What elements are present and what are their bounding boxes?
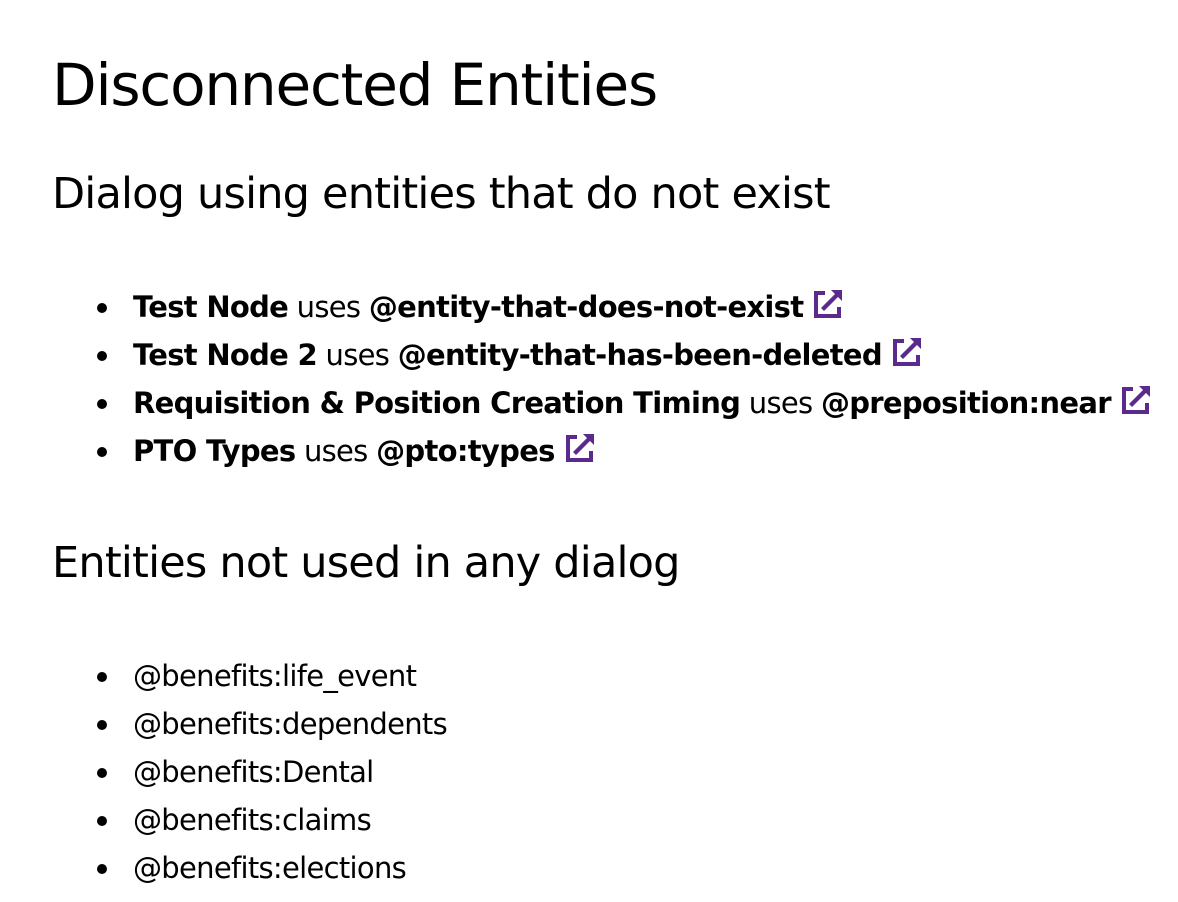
list-item: PTO Types uses @pto:types bbox=[0, 427, 1154, 475]
unused-entities-list: @benefits:life_event @benefits:dependent… bbox=[0, 652, 448, 892]
list-item: Test Node uses @entity-that-does-not-exi… bbox=[0, 283, 1154, 331]
bullet-icon bbox=[97, 720, 107, 730]
bullet-icon bbox=[97, 864, 107, 874]
list-item: Test Node 2 uses @entity-that-has-been-d… bbox=[0, 331, 1154, 379]
entity-ref: @entity-that-does-not-exist bbox=[368, 290, 804, 324]
bullet-icon bbox=[97, 399, 107, 409]
bullet-icon bbox=[97, 447, 107, 457]
list-item: Requisition & Position Creation Timing u… bbox=[0, 379, 1154, 427]
page-title: Disconnected Entities bbox=[52, 51, 658, 119]
bullet-icon bbox=[97, 351, 107, 361]
node-name: Requisition & Position Creation Timing bbox=[133, 386, 741, 420]
connector-text: uses bbox=[296, 290, 361, 324]
external-link-icon[interactable] bbox=[562, 430, 598, 466]
section-heading-unused-entities: Entities not used in any dialog bbox=[52, 538, 680, 588]
bullet-icon bbox=[97, 672, 107, 682]
entity-ref: @preposition:near bbox=[820, 386, 1112, 420]
section-heading-missing-entities: Dialog using entities that do not exist bbox=[52, 169, 831, 219]
bullet-icon bbox=[97, 816, 107, 826]
entity-name: @benefits:life_event bbox=[133, 659, 417, 693]
node-name: PTO Types bbox=[133, 434, 296, 468]
list-item: @benefits:dependents bbox=[0, 700, 448, 748]
connector-text: uses bbox=[303, 434, 368, 468]
list-item: @benefits:elections bbox=[0, 844, 447, 892]
entity-ref: @pto:types bbox=[376, 434, 555, 468]
external-link-icon[interactable] bbox=[889, 334, 925, 370]
list-item: @benefits:Dental bbox=[0, 748, 447, 796]
entity-name: @benefits:dependents bbox=[133, 707, 448, 741]
connector-text: uses bbox=[325, 338, 390, 372]
entity-name: @benefits:claims bbox=[133, 803, 372, 837]
node-name: Test Node bbox=[133, 290, 289, 324]
next-list-item-partial bbox=[133, 893, 733, 902]
external-link-icon[interactable] bbox=[810, 286, 846, 322]
entity-ref: @entity-that-has-been-deleted bbox=[397, 338, 883, 372]
bullet-icon bbox=[97, 768, 107, 778]
missing-entities-list: Test Node uses @entity-that-does-not-exi… bbox=[0, 283, 1154, 475]
page: Disconnected Entities Dialog using entit… bbox=[0, 0, 1178, 902]
external-link-icon[interactable] bbox=[1118, 382, 1154, 418]
entity-name: @benefits:Dental bbox=[133, 755, 374, 789]
connector-text: uses bbox=[748, 386, 813, 420]
bullet-icon bbox=[97, 303, 107, 313]
entity-name: @benefits:elections bbox=[133, 851, 407, 885]
list-item: @benefits:life_event bbox=[0, 652, 447, 700]
node-name: Test Node 2 bbox=[133, 338, 318, 372]
list-item: @benefits:claims bbox=[0, 796, 447, 844]
